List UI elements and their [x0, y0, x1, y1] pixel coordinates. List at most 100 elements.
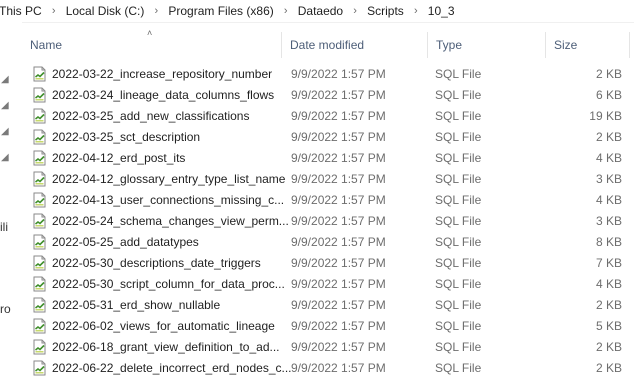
file-date-modified: 9/9/2022 1:57 PM: [291, 172, 386, 186]
file-size: 2 KB: [595, 67, 622, 81]
file-row[interactable]: 2022-03-22_increase_repository_number 9/9…: [22, 64, 634, 85]
file-type: SQL File: [435, 88, 482, 102]
chevron-right-icon[interactable]: ›: [149, 5, 163, 17]
file-row[interactable]: 2022-05-31_erd_show_nullable 9/9/2022 1:5…: [22, 295, 634, 316]
file-row[interactable]: 2022-03-25_sct_description 9/9/2022 1:57 …: [22, 127, 634, 148]
file-size: 2 KB: [595, 361, 622, 375]
file-size: 19 KB: [589, 109, 622, 123]
column-header-type[interactable]: Type: [428, 32, 546, 58]
breadcrumb: This PC › Local Disk (C:) › Program File…: [0, 0, 634, 23]
pin-icon[interactable]: ◢: [1, 152, 9, 164]
file-name: 2022-03-24_lineage_data_columns_flows: [52, 88, 275, 102]
file-type: SQL File: [435, 298, 482, 312]
file-size: 4 KB: [595, 193, 622, 207]
file-date-modified: 9/9/2022 1:57 PM: [291, 67, 386, 81]
chevron-right-icon[interactable]: ›: [409, 5, 423, 17]
sql-file-icon: [33, 192, 46, 208]
file-type: SQL File: [435, 109, 482, 123]
file-size: 8 KB: [595, 235, 622, 249]
file-row[interactable]: 2022-05-24_schema_changes_view_perm... 9/…: [22, 211, 634, 232]
sql-file-icon: [33, 171, 46, 187]
file-type: SQL File: [435, 361, 482, 375]
file-name: 2022-06-18_grant_view_definition_to_ad..…: [52, 340, 280, 354]
sql-file-icon: [33, 108, 46, 124]
breadcrumb-this-pc[interactable]: This PC: [0, 4, 44, 18]
file-row[interactable]: 2022-05-30_descriptions_date_triggers 9/9…: [22, 253, 634, 274]
file-type: SQL File: [435, 319, 482, 333]
file-date-modified: 9/9/2022 1:57 PM: [291, 214, 386, 228]
sql-file-icon: [33, 339, 46, 355]
file-date-modified: 9/9/2022 1:57 PM: [291, 151, 386, 165]
file-name: 2022-05-30_script_column_for_data_proc..…: [52, 277, 285, 291]
file-type: SQL File: [435, 67, 482, 81]
sql-file-icon: [33, 66, 46, 82]
file-name: 2022-05-31_erd_show_nullable: [52, 298, 221, 312]
breadcrumb-local-disk[interactable]: Local Disk (C:): [64, 4, 147, 18]
file-date-modified: 9/9/2022 1:57 PM: [291, 277, 386, 291]
sql-file-icon: [33, 150, 46, 166]
sql-file-icon: [33, 297, 46, 313]
file-date-modified: 9/9/2022 1:57 PM: [291, 109, 386, 123]
breadcrumb-program-files[interactable]: Program Files (x86): [166, 4, 275, 18]
file-size: 6 KB: [595, 88, 622, 102]
file-row[interactable]: 2022-03-24_lineage_data_columns_flows 9/9…: [22, 85, 634, 106]
chevron-right-icon[interactable]: ›: [348, 5, 362, 17]
file-row[interactable]: 2022-06-18_grant_view_definition_to_ad..…: [22, 337, 634, 358]
file-size: 2 KB: [595, 130, 622, 144]
pin-icon[interactable]: ◢: [1, 126, 9, 138]
file-date-modified: 9/9/2022 1:57 PM: [291, 235, 386, 249]
sql-file-icon: [33, 276, 46, 292]
nav-item-fragment[interactable]: ili: [0, 220, 8, 234]
chevron-right-icon[interactable]: ›: [47, 5, 61, 17]
file-date-modified: 9/9/2022 1:57 PM: [291, 298, 386, 312]
file-row[interactable]: 2022-05-30_script_column_for_data_proc..…: [22, 274, 634, 295]
pin-icon[interactable]: ◢: [1, 74, 9, 86]
sql-file-icon: [33, 213, 46, 229]
file-size: 7 KB: [595, 256, 622, 270]
chevron-right-icon[interactable]: ›: [279, 5, 293, 17]
file-date-modified: 9/9/2022 1:57 PM: [291, 256, 386, 270]
file-size: 2 KB: [595, 340, 622, 354]
file-type: SQL File: [435, 340, 482, 354]
file-row[interactable]: 2022-03-25_add_new_classifications 9/9/20…: [22, 106, 634, 127]
file-size: 3 KB: [595, 172, 622, 186]
file-list: 2022-03-22_increase_repository_number 9/9…: [22, 64, 634, 379]
file-name: 2022-04-12_glossary_entry_type_list_name: [52, 172, 286, 186]
file-name: 2022-04-13_user_connections_missing_c...: [52, 193, 285, 207]
file-row[interactable]: 2022-06-22_delete_incorrect_erd_nodes_c.…: [22, 358, 634, 379]
file-date-modified: 9/9/2022 1:57 PM: [291, 361, 386, 375]
file-row[interactable]: 2022-04-12_glossary_entry_type_list_name…: [22, 169, 634, 190]
file-name: 2022-05-24_schema_changes_view_perm...: [52, 214, 289, 228]
file-row[interactable]: 2022-06-02_views_for_automatic_lineage 9/…: [22, 316, 634, 337]
column-header-date-modified[interactable]: Date modified: [282, 32, 428, 58]
nav-item-fragment[interactable]: ro: [0, 302, 11, 316]
file-name: 2022-03-25_sct_description: [52, 130, 201, 144]
file-row[interactable]: 2022-05-25_add_datatypes 9/9/2022 1:57 PM…: [22, 232, 634, 253]
file-type: SQL File: [435, 235, 482, 249]
column-header-row: ˄ Name Date modified Type Size: [22, 28, 634, 58]
sql-file-icon: [33, 255, 46, 271]
file-size: 4 KB: [595, 277, 622, 291]
file-date-modified: 9/9/2022 1:57 PM: [291, 88, 386, 102]
file-size: 2 KB: [595, 298, 622, 312]
column-header-name[interactable]: Name: [22, 32, 282, 58]
file-type: SQL File: [435, 172, 482, 186]
file-row[interactable]: 2022-04-13_user_connections_missing_c...…: [22, 190, 634, 211]
file-row[interactable]: 2022-04-12_erd_post_its 9/9/2022 1:57 PM S…: [22, 148, 634, 169]
pin-icon[interactable]: ◢: [1, 100, 9, 112]
column-header-size[interactable]: Size: [546, 32, 630, 58]
file-type: SQL File: [435, 130, 482, 144]
breadcrumb-dataedo[interactable]: Dataedo: [296, 4, 345, 18]
file-name: 2022-06-02_views_for_automatic_lineage: [52, 319, 275, 333]
breadcrumb-10-3[interactable]: 10_3: [426, 4, 457, 18]
file-size: 4 KB: [595, 151, 622, 165]
file-name: 2022-03-22_increase_repository_number: [52, 67, 273, 81]
breadcrumb-scripts[interactable]: Scripts: [365, 4, 406, 18]
file-date-modified: 9/9/2022 1:57 PM: [291, 193, 386, 207]
file-name: 2022-03-25_add_new_classifications: [52, 109, 250, 123]
navigation-pane: ◢ ◢ ◢ ◢ ili ro: [0, 22, 22, 386]
file-type: SQL File: [435, 256, 482, 270]
file-type: SQL File: [435, 277, 482, 291]
sql-file-icon: [33, 87, 46, 103]
file-name: 2022-05-30_descriptions_date_triggers: [52, 256, 261, 270]
